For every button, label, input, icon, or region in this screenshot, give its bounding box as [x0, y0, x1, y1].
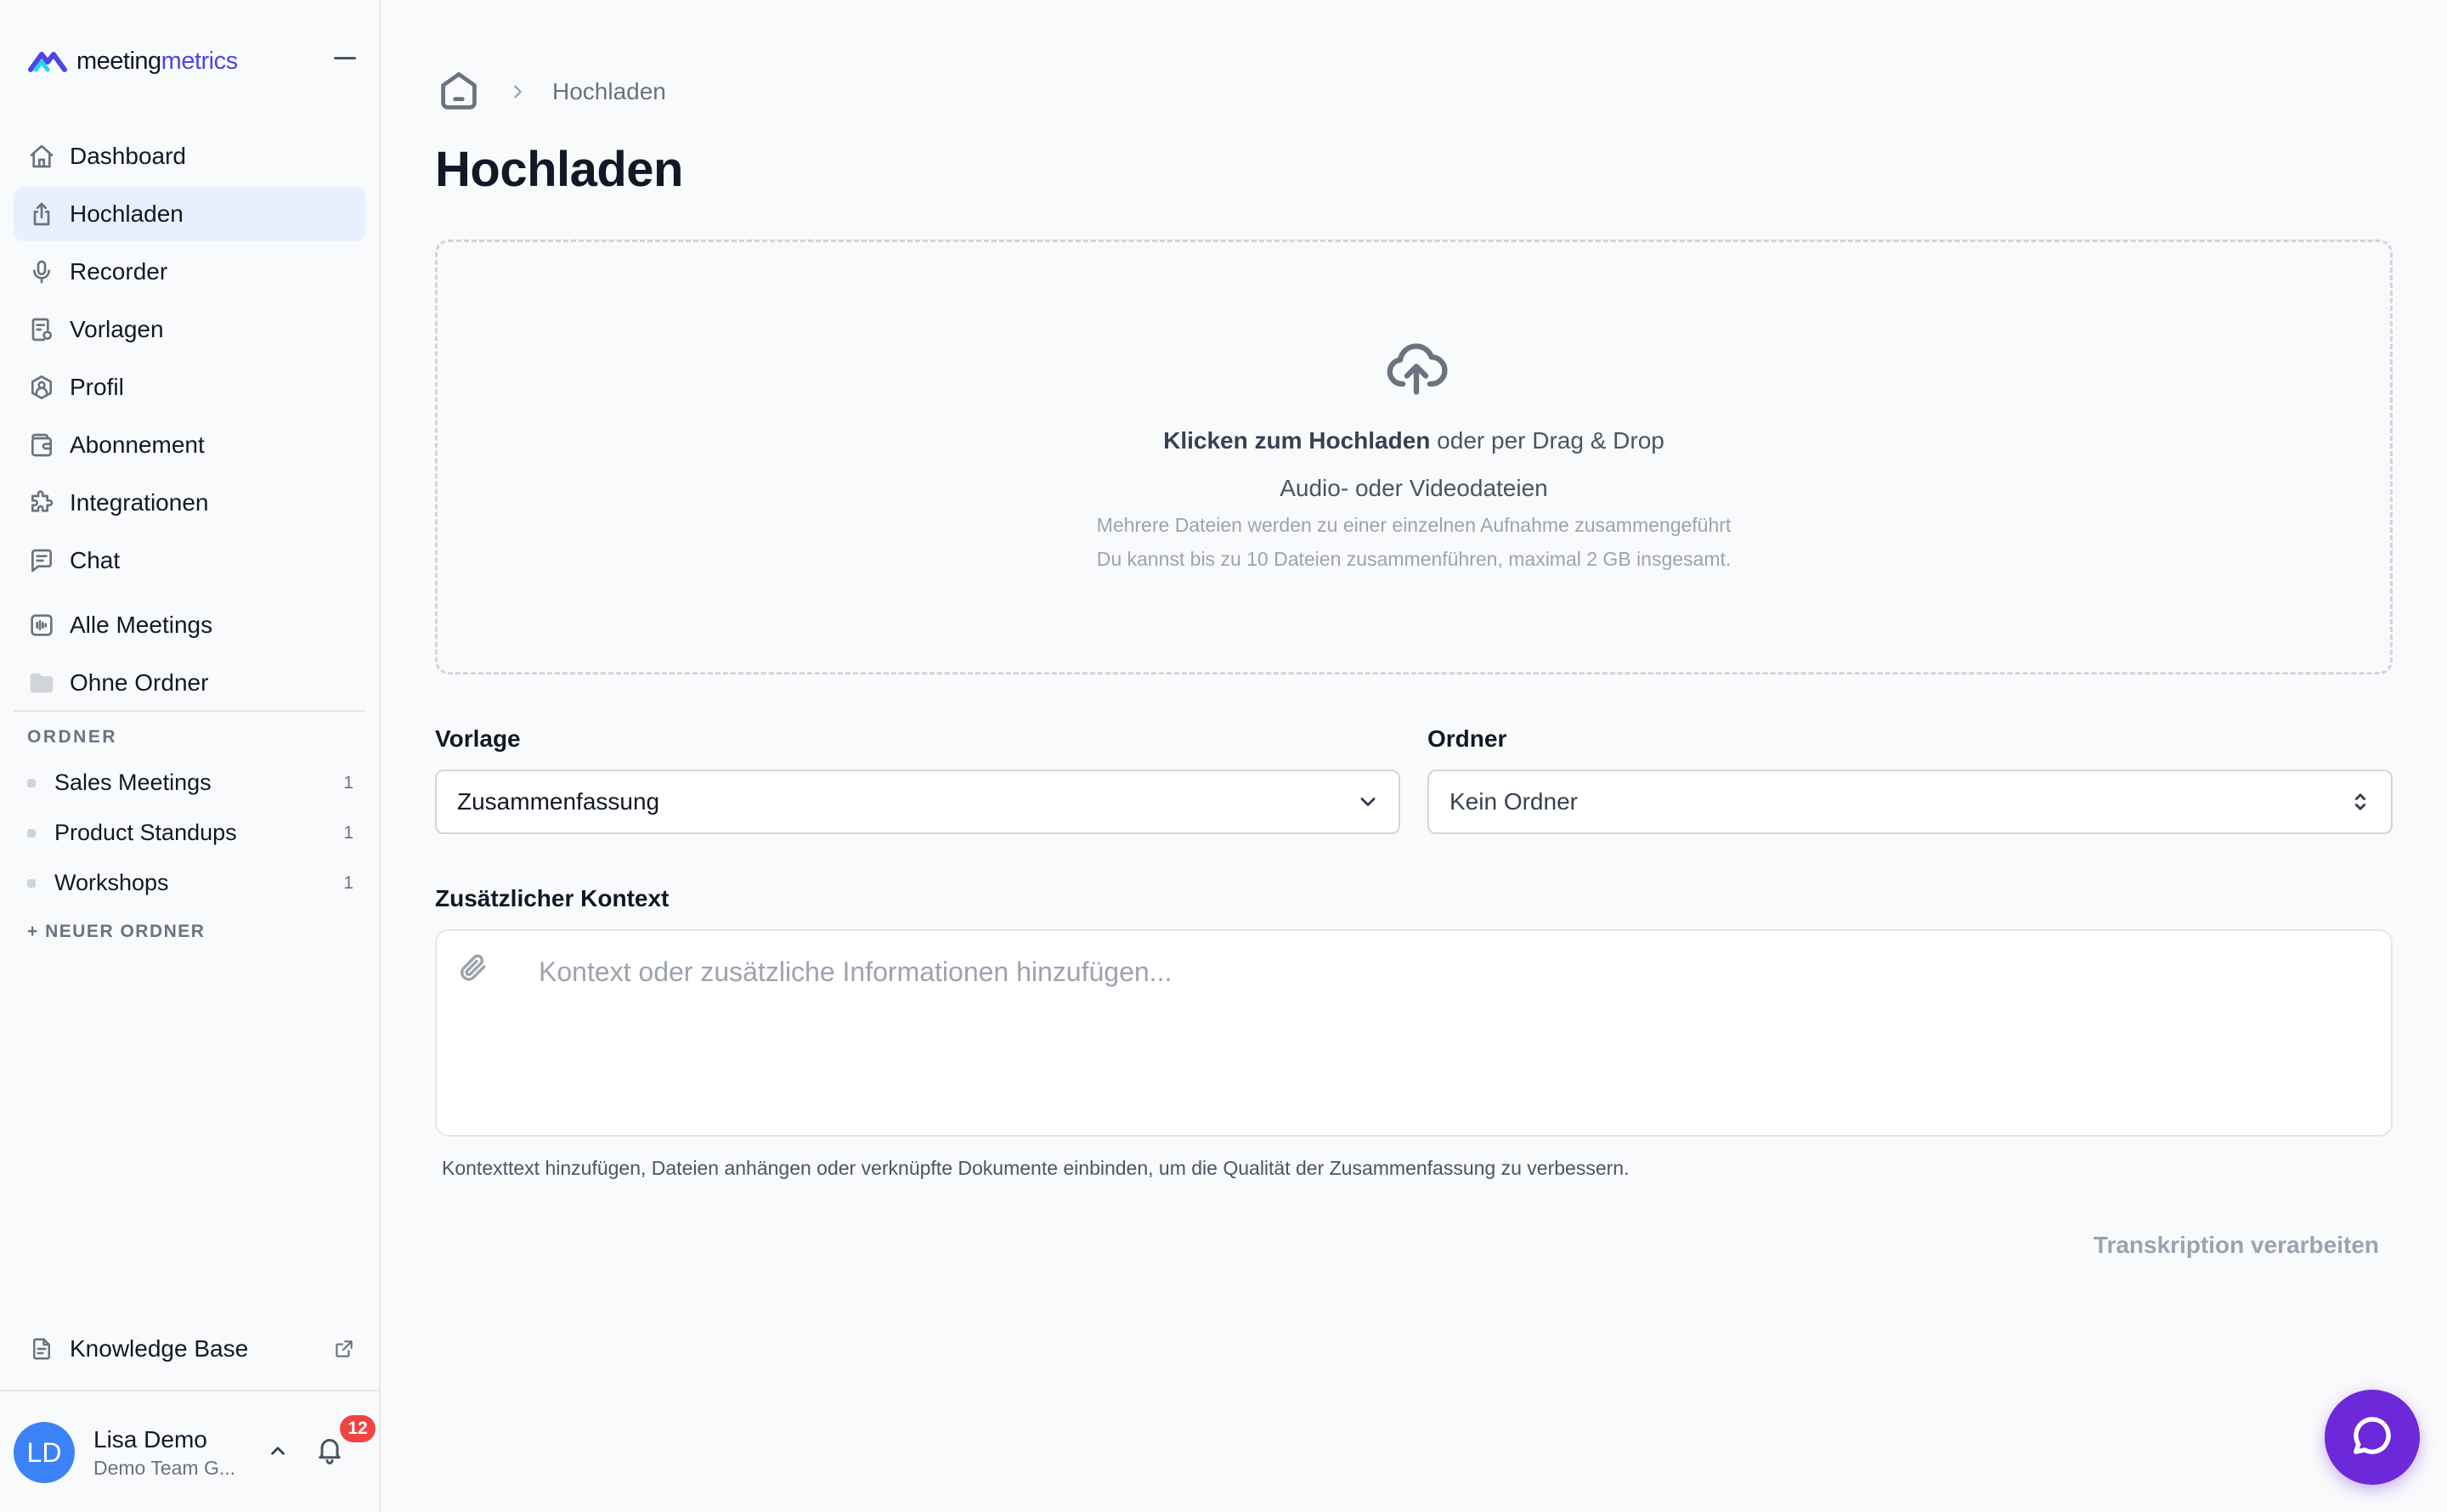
cloud-upload-icon [1384, 336, 1449, 400]
upload-icon [27, 200, 56, 228]
context-label: Zusätzlicher Kontext [435, 885, 670, 911]
dropzone-primary-text: Klicken zum Hochladen oder per Drag & Dr… [438, 427, 2390, 454]
minus-icon [334, 56, 356, 59]
sidebar-item-label: Vorlagen [70, 316, 164, 342]
folder-count: 1 [343, 822, 353, 843]
knowledge-base-label: Knowledge Base [70, 1335, 249, 1362]
home-icon[interactable] [435, 68, 483, 116]
dropzone-hint-merge: Mehrere Dateien werden zu einer einzelne… [1096, 514, 1732, 536]
sidebar-item-label: Chat [70, 547, 121, 573]
logo-mark-icon [28, 52, 67, 72]
template-icon [27, 315, 56, 344]
sidebar-item-chat[interactable]: Chat [14, 533, 365, 588]
chevron-right-icon [508, 82, 527, 101]
document-icon [27, 1334, 56, 1363]
logo[interactable]: meetingmetrics [27, 44, 238, 78]
folder-dot-icon [27, 878, 36, 888]
user-info: Lisa Demo Demo Team G... [93, 1426, 255, 1480]
sidebar-item-profile[interactable]: Profil [14, 360, 365, 415]
breadcrumb: Hochladen [435, 68, 666, 116]
folder-label: Ordner [1427, 725, 1507, 752]
user-settings-icon [27, 373, 56, 402]
sidebar-item-label: Ohne Ordner [70, 669, 209, 696]
folder-icon [27, 669, 56, 697]
chevron-up-icon[interactable] [267, 1440, 292, 1465]
context-helper-text: Kontexttext hinzufügen, Dateien anhängen… [442, 1157, 1630, 1179]
sidebar-item-label: Dashboard [70, 143, 186, 169]
audio-wave-icon [27, 611, 56, 640]
sidebar-item-label: Profil [70, 374, 124, 400]
dropzone-file-types: Audio- oder Videodateien [1280, 475, 1548, 501]
sidebar-item-label: Integrationen [70, 489, 209, 516]
notification-badge: 12 [340, 1415, 376, 1442]
new-folder-button[interactable]: + NEUER ORDNER [27, 922, 205, 942]
chevron-down-icon [1356, 790, 1380, 814]
folder-dot-icon [27, 828, 36, 838]
logo-text: meetingmetrics [76, 47, 238, 75]
sidebar-item-all-meetings[interactable]: Alle Meetings [14, 598, 365, 652]
process-transcription-button[interactable]: Transkription verarbeiten [2056, 1223, 2379, 1267]
sidebar-item-subscription[interactable]: Abonnement [14, 418, 365, 472]
sidebar: meetingmetrics Dashboard Hochladen Recor… [0, 0, 381, 1512]
folder-name: Sales Meetings [54, 770, 212, 795]
user-team: Demo Team G... [93, 1456, 236, 1479]
template-label: Vorlage [435, 725, 521, 752]
user-name: Lisa Demo [93, 1425, 207, 1453]
sidebar-divider [14, 710, 365, 712]
sidebar-item-label: Hochladen [70, 200, 184, 227]
sidebar-item-label: Abonnement [70, 432, 205, 458]
sidebar-item-recorder[interactable]: Recorder [14, 245, 365, 299]
sidebar-item-templates[interactable]: Vorlagen [14, 302, 365, 357]
sidebar-item-label: Recorder [70, 258, 168, 285]
context-field[interactable] [435, 929, 2393, 1137]
folder-count: 1 [343, 772, 353, 793]
knowledge-base-link[interactable]: Knowledge Base [14, 1322, 365, 1376]
folder-select-value: Kein Ordner [1450, 788, 1578, 815]
template-select[interactable]: Zusammenfassung [435, 770, 1400, 834]
context-input[interactable] [539, 956, 2357, 988]
folder-name: Workshops [54, 870, 169, 895]
sidebar-nav: Dashboard Hochladen Recorder Vorlagen Pr… [14, 129, 365, 714]
template-select-value: Zusammenfassung [457, 788, 660, 815]
folder-item-sales-meetings[interactable]: Sales Meetings 1 [27, 758, 359, 808]
sidebar-item-dashboard[interactable]: Dashboard [14, 129, 365, 183]
dropzone-drag-label: oder per Drag & Drop [1430, 427, 1664, 454]
upload-dropzone[interactable]: Klicken zum Hochladen oder per Drag & Dr… [435, 240, 2393, 674]
microphone-icon [27, 257, 56, 286]
user-divider [0, 1390, 379, 1391]
folder-select[interactable]: Kein Ordner [1427, 770, 2393, 834]
wallet-icon [27, 431, 56, 460]
external-link-icon [333, 1338, 355, 1360]
chevron-up-down-icon [2348, 790, 2372, 814]
user-menu[interactable]: LD Lisa Demo Demo Team G... 12 [14, 1415, 376, 1487]
breadcrumb-current: Hochladen [552, 78, 666, 104]
dropzone-hint-limit: Du kannst bis zu 10 Dateien zusammenführ… [1096, 548, 1732, 570]
paperclip-icon[interactable] [457, 951, 491, 985]
folder-item-product-standups[interactable]: Product Standups 1 [27, 808, 359, 858]
sidebar-item-label: Alle Meetings [70, 612, 213, 638]
avatar: LD [14, 1422, 75, 1483]
folder-dot-icon [27, 778, 36, 787]
sidebar-item-no-folder[interactable]: Ohne Ordner [14, 656, 365, 710]
chat-support-button[interactable] [2325, 1390, 2420, 1485]
folder-name: Product Standups [54, 820, 237, 845]
folder-count: 1 [343, 872, 353, 893]
sidebar-item-integrations[interactable]: Integrationen [14, 476, 365, 530]
collapse-sidebar-button[interactable] [326, 44, 364, 71]
chat-bubble-icon [2349, 1413, 2395, 1463]
home-icon [27, 142, 56, 171]
puzzle-icon [27, 488, 56, 517]
folder-item-workshops[interactable]: Workshops 1 [27, 858, 359, 908]
page-title: Hochladen [435, 142, 684, 197]
chat-icon [27, 546, 56, 575]
dropzone-click-label: Klicken zum Hochladen [1163, 427, 1431, 454]
bell-icon[interactable] [314, 1434, 348, 1468]
folders-section-label: ORDNER [27, 727, 118, 747]
folder-list: Sales Meetings 1 Product Standups 1 Work… [27, 758, 359, 908]
sidebar-item-upload[interactable]: Hochladen [14, 187, 365, 241]
